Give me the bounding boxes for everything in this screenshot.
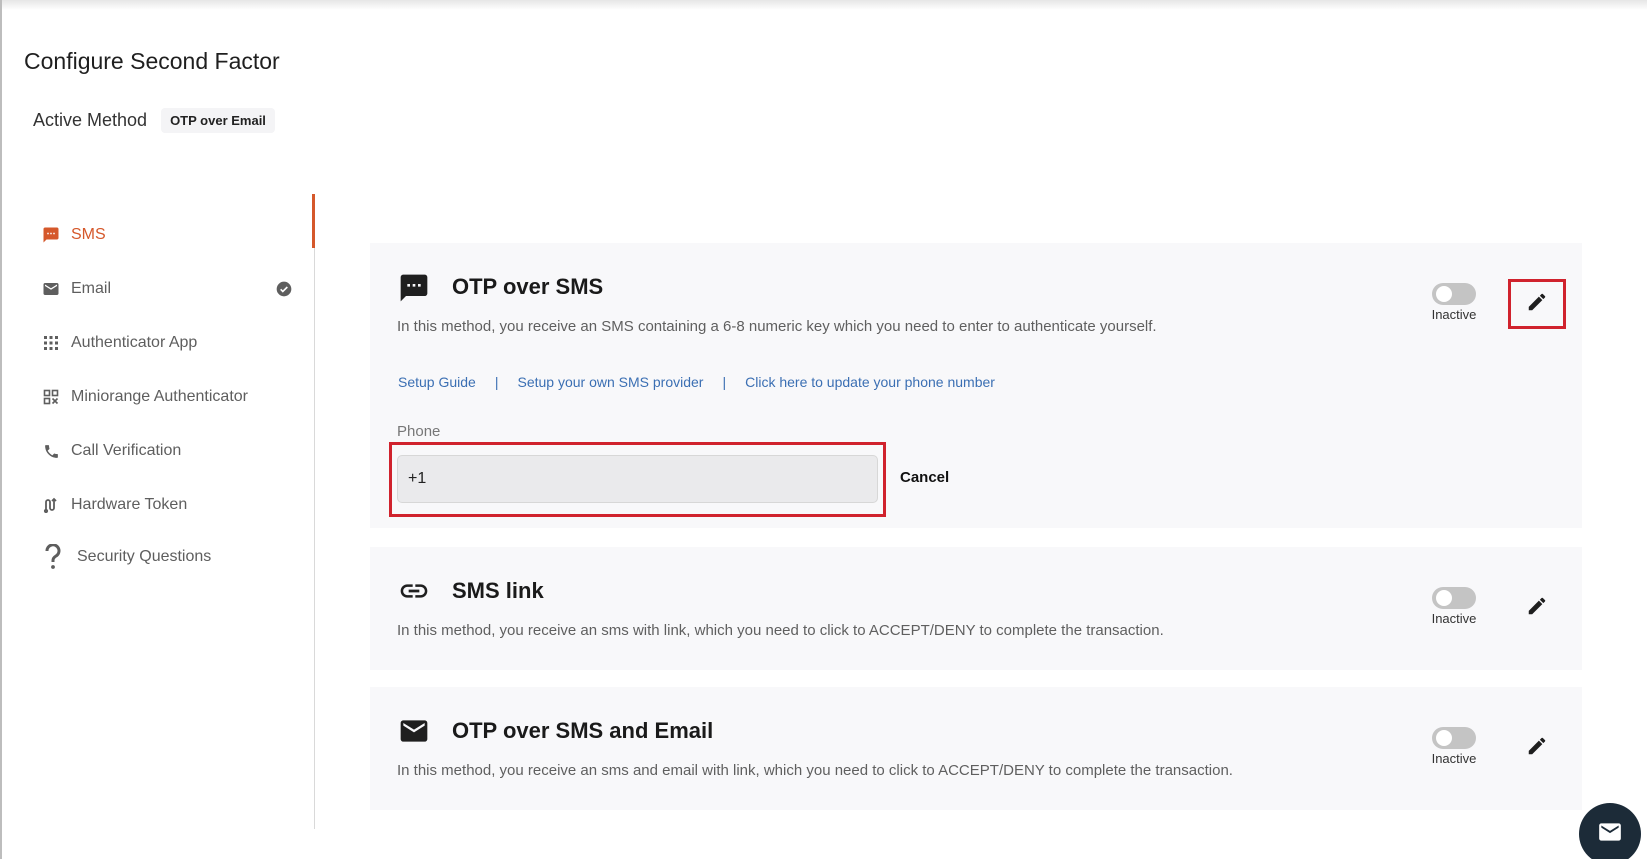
active-method-label: Active Method [33,110,148,130]
sms-icon [42,226,60,244]
active-method-row: Active Method OTP over Email [33,108,275,133]
email-icon [42,280,60,298]
edit-button[interactable] [1508,583,1566,633]
status-toggle-group: Inactive [1422,283,1486,322]
status-toggle-group: Inactive [1422,587,1486,626]
active-method-badge: OTP over Email [161,108,275,133]
status-toggle[interactable] [1432,283,1476,305]
pencil-icon [1526,735,1548,762]
question-mark-icon [42,544,64,569]
setup-guide-link[interactable]: Setup Guide [398,374,476,390]
sidebar-item-hardware-token[interactable]: Hardware Token [42,490,292,520]
setup-sms-provider-link[interactable]: Setup your own SMS provider [517,374,703,390]
configured-check-icon [276,281,292,297]
sidebar-item-label: Hardware Token [71,496,188,513]
status-toggle[interactable] [1432,587,1476,609]
method-description: In this method, you receive an SMS conta… [397,318,1157,335]
update-phone-number-link[interactable]: Click here to update your phone number [745,374,995,390]
top-shadow [0,0,1647,10]
status-toggle[interactable] [1432,727,1476,749]
phone-icon [42,442,60,460]
toggle-knob [1436,730,1452,746]
link-separator: | [722,374,727,390]
method-description: In this method, you receive an sms and e… [397,762,1233,779]
toggle-knob [1436,286,1452,302]
sidebar-item-label: Email [71,280,112,297]
status-label: Inactive [1431,751,1477,766]
method-title: OTP over SMS and Email [452,718,714,743]
sidebar-item-call-verification[interactable]: Call Verification [42,436,292,466]
method-card-sms-link: SMS link In this method, you receive an … [370,547,1582,670]
method-card-otp-over-sms-and-email: OTP over SMS and Email In this method, y… [370,687,1582,810]
edit-button[interactable] [1508,723,1566,773]
sidebar-item-label: Call Verification [71,442,182,459]
contact-support-button[interactable] [1579,803,1641,859]
method-title: SMS link [452,578,544,603]
pencil-icon [1526,595,1548,622]
toggle-knob [1436,590,1452,606]
method-description: In this method, you receive an sms with … [397,622,1164,639]
sms-icon [398,272,430,304]
email-icon [398,715,430,747]
grid-icon [42,334,60,352]
qr-code-icon [42,388,60,406]
link-separator: | [494,374,499,390]
hardware-token-icon [42,496,60,514]
cancel-button[interactable]: Cancel [900,469,949,486]
sidebar-item-email[interactable]: Email [42,274,292,304]
sidebar-item-label: Miniorange Authenticator [71,388,248,405]
method-title: OTP over SMS [452,274,604,299]
sidebar-active-indicator [312,194,315,248]
sidebar-item-label: Authenticator App [71,334,198,351]
sidebar-item-authenticator-app[interactable]: Authenticator App [42,328,292,358]
page-title: Configure Second Factor [24,48,280,74]
sidebar-item-security-questions[interactable]: Security Questions [42,542,292,572]
method-card-otp-over-sms: OTP over SMS In this method, you receive… [370,243,1582,528]
phone-input-highlight [389,442,886,517]
phone-field-label: Phone [397,423,441,440]
status-label: Inactive [1431,307,1477,322]
link-icon [398,575,430,607]
status-label: Inactive [1431,611,1477,626]
pencil-icon [1526,291,1548,318]
sidebar-item-label: Security Questions [77,548,212,565]
phone-input[interactable] [397,455,878,503]
method-sidebar: SMS Email Authenticator App Miniorange A [0,194,315,829]
status-toggle-group: Inactive [1422,727,1486,766]
sidebar-item-miniorange-authenticator[interactable]: Miniorange Authenticator [42,382,292,412]
sidebar-item-sms[interactable]: SMS [42,220,292,250]
sidebar-divider [314,194,315,829]
edit-button[interactable] [1508,279,1566,329]
envelope-icon [1597,819,1623,850]
sidebar-item-label: SMS [71,226,106,243]
method-links: Setup Guide | Setup your own SMS provide… [398,374,995,390]
